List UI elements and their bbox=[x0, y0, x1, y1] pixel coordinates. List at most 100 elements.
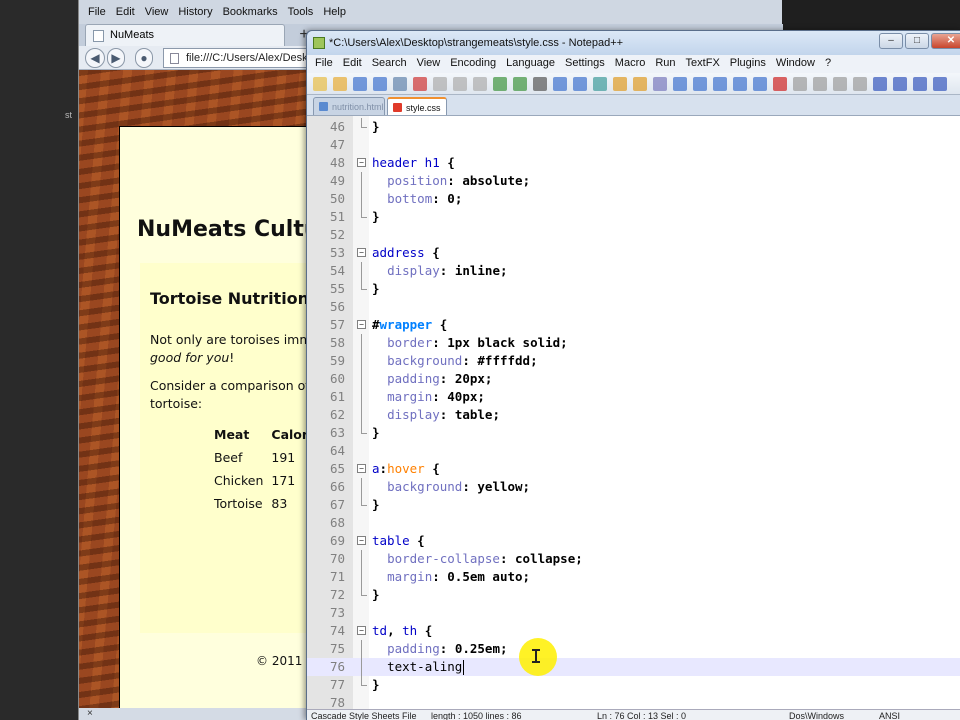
fold-toggle-icon[interactable]: − bbox=[357, 464, 366, 473]
toolbar-icon[interactable] bbox=[913, 77, 927, 91]
fold-line bbox=[361, 370, 362, 388]
toolbar-icon[interactable] bbox=[393, 77, 407, 91]
tab-nutrition-html[interactable]: nutrition.html bbox=[313, 97, 385, 115]
menu-textfx[interactable]: TextFX bbox=[682, 55, 726, 73]
menu-macro[interactable]: Macro bbox=[611, 55, 652, 73]
line-number: 65 bbox=[329, 461, 345, 476]
minimize-button[interactable]: – bbox=[879, 33, 903, 49]
menu-window[interactable]: Window bbox=[772, 55, 821, 73]
toolbar-icon[interactable] bbox=[553, 77, 567, 91]
line-number: 57 bbox=[329, 317, 345, 332]
forward-button[interactable]: ▶ bbox=[107, 48, 125, 68]
toolbar-icon[interactable] bbox=[813, 77, 827, 91]
toolbar-icon[interactable] bbox=[893, 77, 907, 91]
tab-style-css[interactable]: style.css bbox=[387, 97, 447, 115]
fold-end-marker bbox=[361, 424, 367, 434]
fold-line bbox=[361, 640, 362, 658]
menu-view[interactable]: View bbox=[413, 55, 447, 73]
close-button[interactable]: ✕ bbox=[931, 33, 960, 49]
menu-edit[interactable]: Edit bbox=[111, 6, 140, 24]
line-number: 49 bbox=[329, 173, 345, 188]
saved-file-icon bbox=[319, 102, 328, 111]
menu-language[interactable]: Language bbox=[502, 55, 561, 73]
notepad-statusbar: Cascade Style Sheets File length : 1050 … bbox=[307, 709, 960, 720]
toolbar-icon[interactable] bbox=[573, 77, 587, 91]
toolbar-icon[interactable] bbox=[693, 77, 707, 91]
menu-file[interactable]: File bbox=[83, 6, 111, 24]
fold-toggle-icon[interactable]: − bbox=[357, 626, 366, 635]
toolbar-icon[interactable] bbox=[653, 77, 667, 91]
desktop-background bbox=[0, 0, 78, 720]
line-number: 74 bbox=[329, 623, 345, 638]
code-line: 72} bbox=[307, 586, 960, 604]
fold-toggle-icon[interactable]: − bbox=[357, 320, 366, 329]
browser-tab[interactable]: NuMeats bbox=[85, 24, 285, 46]
line-number: 68 bbox=[329, 515, 345, 530]
toolbar-icon[interactable] bbox=[753, 77, 767, 91]
menu-search[interactable]: Search bbox=[368, 55, 413, 73]
fold-line bbox=[361, 262, 362, 280]
menu-encoding[interactable]: Encoding bbox=[446, 55, 502, 73]
code-editor[interactable]: 46} 47 48− header h1 {49 position: absolute… bbox=[307, 115, 960, 709]
toolbar-icon[interactable] bbox=[493, 77, 507, 91]
code-line: 78 bbox=[307, 694, 960, 709]
fold-end-marker bbox=[361, 496, 367, 506]
fold-line bbox=[361, 388, 362, 406]
fold-toggle-icon[interactable]: − bbox=[357, 536, 366, 545]
toolbar-icon[interactable] bbox=[593, 77, 607, 91]
menu-file[interactable]: File bbox=[311, 55, 339, 73]
line-number: 48 bbox=[329, 155, 345, 170]
status-file-type: Cascade Style Sheets File bbox=[311, 711, 417, 720]
site-identity-icon[interactable]: ● bbox=[135, 48, 153, 68]
toolbar-icon[interactable] bbox=[313, 77, 327, 91]
toolbar-icon[interactable] bbox=[853, 77, 867, 91]
toolbar-icon[interactable] bbox=[833, 77, 847, 91]
code-text: td, th { bbox=[372, 623, 433, 638]
menu-history[interactable]: History bbox=[173, 6, 217, 24]
line-number: 62 bbox=[329, 407, 345, 422]
fold-line bbox=[361, 190, 362, 208]
toolbar-icon[interactable] bbox=[453, 77, 467, 91]
code-line: 69 − table { bbox=[307, 532, 960, 550]
code-text: margin: 40px; bbox=[387, 389, 485, 404]
code-line: 49 position: absolute; bbox=[307, 172, 960, 190]
toolbar-icon[interactable] bbox=[713, 77, 727, 91]
toolbar-icon[interactable] bbox=[333, 77, 347, 91]
toolbar-icon[interactable] bbox=[513, 77, 527, 91]
toolbar-icon[interactable] bbox=[613, 77, 627, 91]
toolbar-icon[interactable] bbox=[733, 77, 747, 91]
line-number: 56 bbox=[329, 299, 345, 314]
fold-toggle-icon[interactable]: − bbox=[357, 158, 366, 167]
fold-toggle-icon[interactable]: − bbox=[357, 248, 366, 257]
maximize-button[interactable]: □ bbox=[905, 33, 929, 49]
toolbar-icon[interactable] bbox=[673, 77, 687, 91]
menu-help[interactable]: Help bbox=[318, 6, 351, 24]
toolbar-icon[interactable] bbox=[773, 77, 787, 91]
toolbar-icon[interactable] bbox=[433, 77, 447, 91]
code-line: 56 bbox=[307, 298, 960, 316]
menu-plugins[interactable]: Plugins bbox=[726, 55, 772, 73]
menu-edit[interactable]: Edit bbox=[339, 55, 368, 73]
toolbar-icon[interactable] bbox=[633, 77, 647, 91]
menu-view[interactable]: View bbox=[140, 6, 174, 24]
toolbar-icon[interactable] bbox=[793, 77, 807, 91]
toolbar-icon[interactable] bbox=[873, 77, 887, 91]
menu-bookmarks[interactable]: Bookmarks bbox=[218, 6, 283, 24]
menu-run[interactable]: Run bbox=[651, 55, 681, 73]
menu-tools[interactable]: Tools bbox=[283, 6, 319, 24]
back-button[interactable]: ◀ bbox=[85, 48, 105, 68]
line-number: 73 bbox=[329, 605, 345, 620]
toolbar-icon[interactable] bbox=[413, 77, 427, 91]
menu-settings[interactable]: Settings bbox=[561, 55, 611, 73]
line-number: 55 bbox=[329, 281, 345, 296]
status-position: Ln : 76 Col : 13 Sel : 0 bbox=[597, 711, 687, 720]
menu-help[interactable]: ? bbox=[821, 55, 837, 73]
toolbar-icon[interactable] bbox=[473, 77, 487, 91]
code-text: background: #ffffdd; bbox=[387, 353, 538, 368]
toolbar-icon[interactable] bbox=[353, 77, 367, 91]
toolbar-icon[interactable] bbox=[373, 77, 387, 91]
line-number: 53 bbox=[329, 245, 345, 260]
desktop-label: st bbox=[65, 110, 73, 120]
toolbar-icon[interactable] bbox=[933, 77, 947, 91]
toolbar-icon[interactable] bbox=[533, 77, 547, 91]
